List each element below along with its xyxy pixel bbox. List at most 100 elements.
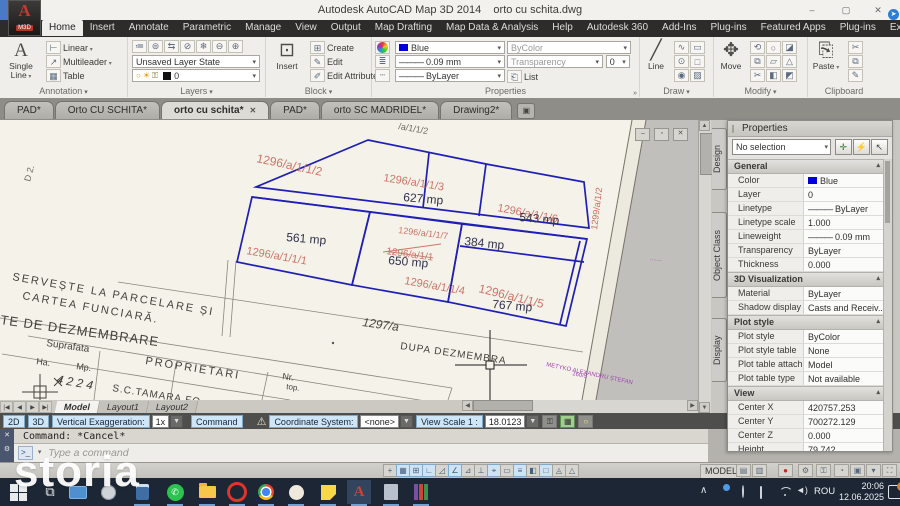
selection-dropdown[interactable]: No selection	[732, 139, 831, 155]
palette-tab-design[interactable]: Design	[712, 128, 727, 190]
grid-display-icon[interactable]: ⊞	[409, 464, 423, 477]
property-value[interactable]: None	[804, 344, 884, 357]
hatch-icon[interactable]: ▨	[690, 69, 705, 82]
scroll-right-icon[interactable]: ▶	[687, 400, 698, 411]
snap-mode-icon[interactable]: ▦	[396, 464, 410, 477]
drawing-tab-pad[interactable]: PAD*	[270, 101, 320, 119]
dropdown-arrow-icon[interactable]: ▾	[88, 47, 93, 53]
section-header-plot-style[interactable]: Plot style	[728, 315, 884, 330]
scroll-up-icon[interactable]: ▲	[699, 120, 710, 131]
chrome-icon[interactable]	[256, 482, 276, 502]
linetype-icon[interactable]: ┄	[375, 69, 390, 82]
selection-cycling-icon[interactable]: ◬	[552, 464, 566, 477]
properties-group-label[interactable]: Properties	[372, 85, 639, 97]
paste-button[interactable]: ⎘ Paste	[808, 37, 844, 73]
dynamic-input-icon[interactable]: ▭	[500, 464, 514, 477]
tab-layout1[interactable]: Layout1	[98, 401, 150, 413]
scroll-down-icon[interactable]: ▼	[699, 402, 710, 413]
quick-properties-icon[interactable]: □	[539, 464, 553, 477]
transparency-icon[interactable]: ◧	[526, 464, 540, 477]
layer-properties-icon[interactable]: ≔	[132, 40, 147, 53]
transparency-field[interactable]: Transparency	[507, 55, 603, 68]
property-value[interactable]: 0	[804, 188, 884, 201]
polar-tracking-icon[interactable]: ◿	[435, 464, 449, 477]
view-scale-value[interactable]: 18.0123	[485, 415, 526, 428]
property-value[interactable]: 0.000	[804, 429, 884, 442]
ribbon-tab-help[interactable]: Help	[545, 20, 580, 36]
property-value[interactable]: Model	[804, 358, 884, 371]
revision-cloud-icon[interactable]: ◉	[674, 69, 689, 82]
dropdown-icon[interactable]: ▾	[866, 464, 881, 477]
drawing-tab-drawing2[interactable]: Drawing2*	[440, 101, 512, 119]
lineweight-icon[interactable]: ≣	[375, 55, 390, 68]
property-value[interactable]: ———0.09 mm	[804, 230, 884, 243]
mirror-icon[interactable]: ◪	[782, 41, 797, 54]
photos-icon[interactable]	[286, 482, 306, 502]
rotate-icon[interactable]: ⟲	[750, 41, 765, 54]
layout-icon[interactable]: ▤	[736, 464, 751, 477]
command-tools-icon[interactable]: ⚙	[0, 443, 14, 457]
arc-icon[interactable]: ∿	[674, 41, 689, 54]
draw-group-label[interactable]: Draw	[640, 85, 713, 97]
scroll-left-icon[interactable]: ◀	[462, 400, 473, 411]
polygon-icon[interactable]: □	[690, 55, 705, 68]
viewport-close-icon[interactable]: ✕	[673, 128, 688, 141]
vert-exagg-dropdown-icon[interactable]: ▼	[170, 415, 183, 428]
ribbon-tab-output[interactable]: Output	[324, 20, 368, 36]
file-explorer-icon[interactable]	[197, 482, 217, 502]
layer-state-dropdown[interactable]: Unsaved Layer State	[132, 55, 260, 68]
layer-prev-icon[interactable]: ⇆	[164, 40, 179, 53]
color-wheel-icon[interactable]	[375, 41, 390, 54]
multileader-button[interactable]: ↗Multileader ▾	[46, 55, 127, 69]
circle-icon[interactable]: ⊙	[674, 55, 689, 68]
property-value[interactable]: 1.000	[804, 216, 884, 229]
property-value[interactable]: Casts and Receiv...	[804, 301, 884, 314]
horizontal-scroll-thumb[interactable]	[473, 400, 533, 411]
select-objects-icon[interactable]: ↖	[871, 139, 888, 155]
first-tab-icon[interactable]: |◀	[0, 401, 13, 413]
linear-button[interactable]: ⊢Linear ▾	[46, 41, 127, 55]
section-header-view[interactable]: View	[728, 386, 884, 401]
property-value[interactable]: 420757.253	[804, 401, 884, 414]
array-icon[interactable]: ⧉	[750, 55, 765, 68]
ribbon-tab-view[interactable]: View	[288, 20, 324, 36]
3d-mode-button[interactable]: 3D	[28, 415, 50, 428]
3d-object-snap-icon[interactable]: ⊿	[461, 464, 475, 477]
record-icon[interactable]: ●	[778, 464, 793, 477]
ribbon-tab-insert[interactable]: Insert	[83, 20, 122, 36]
drawing-tab-orto-cu-schita[interactable]: orto cu schita*✕	[161, 101, 269, 119]
tab-layout2[interactable]: Layout2	[147, 401, 199, 413]
command-palette-grip[interactable]: ✕ ⚙	[0, 429, 14, 462]
winrar-icon[interactable]	[411, 482, 431, 502]
vertical-scrollbar[interactable]: ▲ ▼	[698, 120, 711, 413]
layer-match-icon[interactable]: ⊜	[148, 40, 163, 53]
autocad-icon[interactable]: A	[349, 482, 369, 502]
settings-gear-icon[interactable]: ⚙	[798, 464, 813, 477]
ribbon-tab-map-drafting[interactable]: Map Drafting	[368, 20, 439, 36]
minimize-button[interactable]: –	[800, 4, 824, 17]
property-value[interactable]: ByColor	[804, 330, 884, 343]
ribbon-tab-home[interactable]: Home	[42, 20, 83, 36]
infer-constraints-icon[interactable]: +	[383, 464, 397, 477]
property-value[interactable]: ByLayer	[804, 287, 884, 300]
stretch-icon[interactable]: ▱	[766, 55, 781, 68]
fillet-icon[interactable]: ◩	[782, 69, 797, 82]
fullscreen-icon[interactable]: ⛶	[882, 464, 897, 477]
drawing-tab-orto-sc-madridel[interactable]: orto SC MADRIDEL*	[321, 101, 439, 119]
single-line-text-button[interactable]: A Single Line	[0, 37, 42, 82]
2d-mode-button[interactable]: 2D	[3, 415, 25, 428]
tab-model[interactable]: Model	[55, 401, 101, 413]
panel-expand-icon[interactable]: »	[633, 90, 637, 97]
copy-clip-icon[interactable]: ⧉	[848, 55, 863, 68]
palette-scroll-thumb[interactable]	[885, 161, 890, 223]
last-tab-icon[interactable]: ▶|	[39, 401, 52, 413]
ribbon-tab-parametric[interactable]: Parametric	[176, 20, 238, 36]
close-button[interactable]: ✕	[866, 4, 890, 17]
vertical-exaggeration-value[interactable]: 1x	[152, 415, 170, 428]
match-properties-icon[interactable]: ✎	[848, 69, 863, 82]
prev-tab-icon[interactable]: ◀	[13, 401, 26, 413]
edit-attributes-button[interactable]: ✐Edit Attributes ▾	[310, 69, 371, 83]
linetype-dropdown[interactable]: ———ByLayer	[395, 69, 505, 82]
opera-icon[interactable]	[227, 482, 247, 502]
section-header-general[interactable]: General	[728, 159, 884, 174]
